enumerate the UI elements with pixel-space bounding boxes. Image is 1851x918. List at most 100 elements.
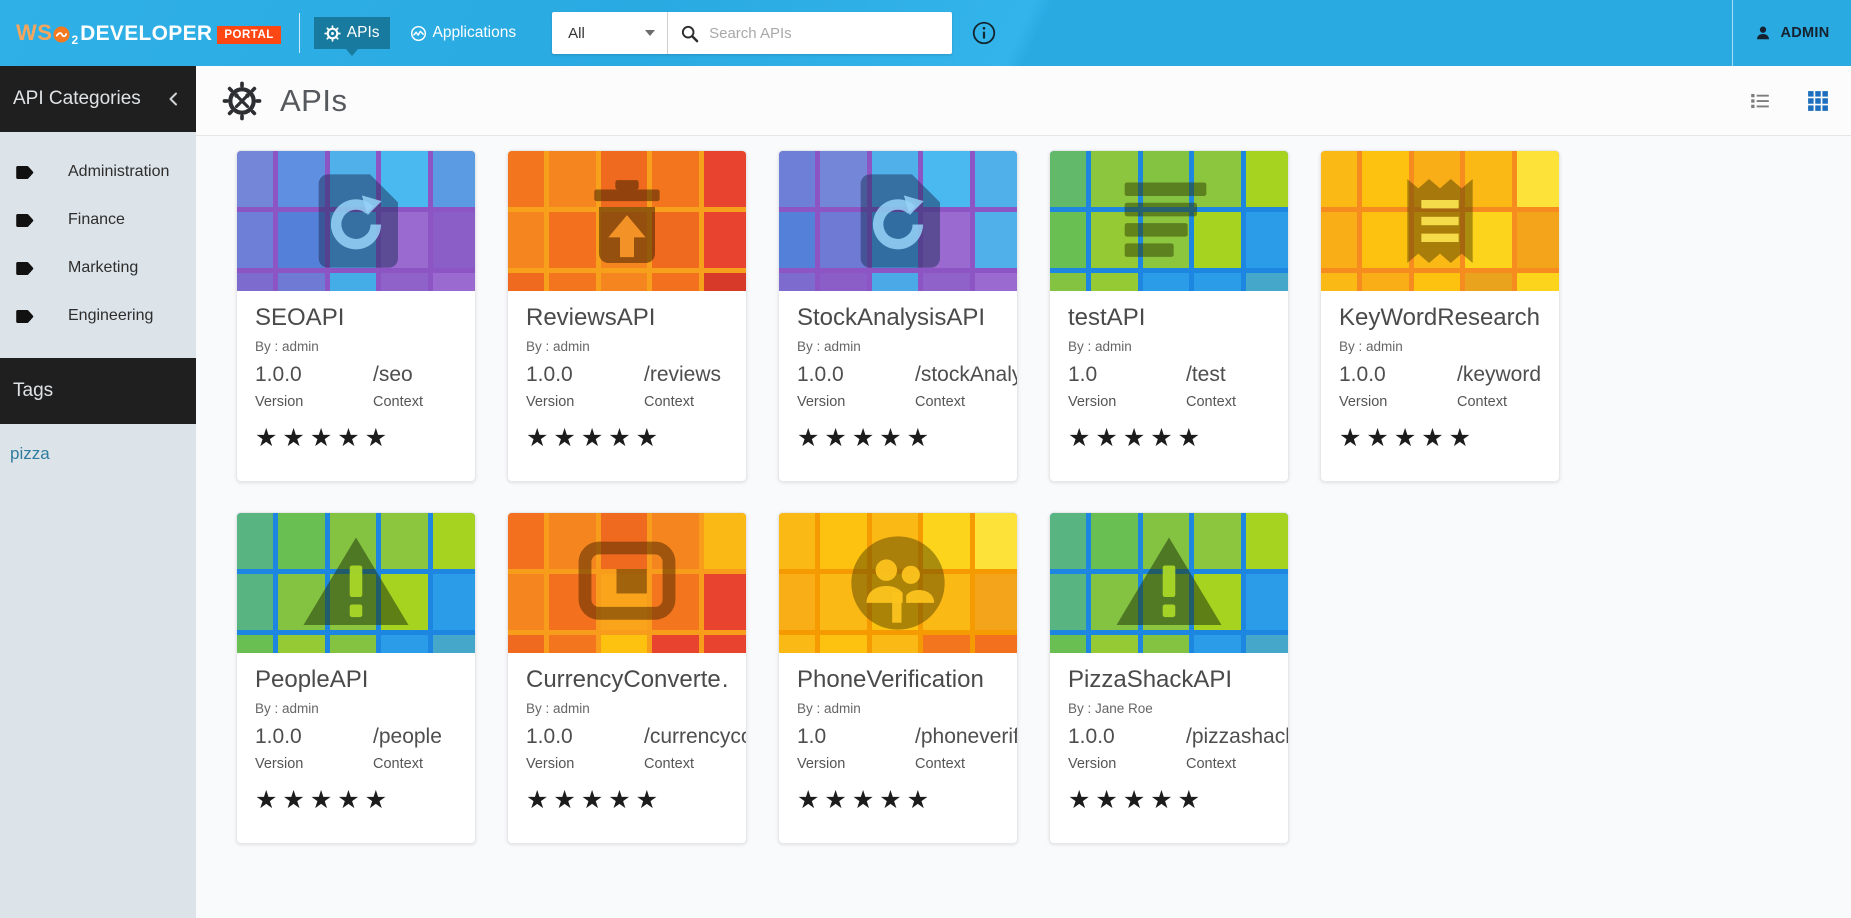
logo-title: DEVELOPER: [80, 22, 212, 46]
api-version-label: Version: [1339, 394, 1441, 410]
tag-icon: [16, 262, 35, 275]
api-meta: 1.0.0 Version /currencyconv… Context: [526, 725, 728, 772]
sidebar-category-engineering[interactable]: Engineering: [0, 292, 196, 340]
api-context-label: Context: [644, 394, 728, 410]
api-rating[interactable]: ★★★★★: [255, 787, 457, 812]
nav-applications[interactable]: Applications: [400, 17, 527, 49]
api-rating[interactable]: ★★★★★: [526, 425, 728, 450]
screen-icon: [508, 513, 746, 653]
category-label: Administration: [68, 163, 169, 181]
tag-list: pizza: [0, 424, 196, 484]
api-version-value: 1.0.0: [1068, 725, 1170, 749]
api-provider: By : admin: [1339, 339, 1541, 354]
sidebar: API Categories Administration Finance Mark…: [0, 66, 196, 918]
api-name: testAPI: [1068, 304, 1270, 332]
api-meta: 1.0 Version /test Context: [1068, 363, 1270, 410]
api-version-label: Version: [526, 394, 628, 410]
warning-triangle-icon: [1050, 513, 1288, 653]
people-circle-icon: [779, 513, 1017, 653]
card-body: testAPI By : admin 1.0 Version /test Con…: [1050, 291, 1288, 450]
nav-apis[interactable]: APIs: [314, 17, 390, 49]
wso2-logo[interactable]: WS 2 DEVELOPER PORTAL: [16, 20, 281, 46]
list-view-icon[interactable]: [1749, 90, 1771, 112]
page-header: APIs: [196, 66, 1851, 136]
api-provider: By : admin: [255, 701, 457, 716]
search-input[interactable]: [709, 25, 942, 42]
api-version-value: 1.0.0: [1339, 363, 1441, 387]
api-card-keywordresearch[interactable]: KeyWordResearch… By : admin 1.0.0 Versio…: [1320, 150, 1560, 482]
api-categories-title: API Categories: [13, 88, 164, 110]
api-context-value: /reviews: [644, 363, 728, 387]
api-rating[interactable]: ★★★★★: [797, 787, 999, 812]
logo-prefix: WS: [16, 20, 52, 46]
api-rating[interactable]: ★★★★★: [1068, 787, 1270, 812]
api-card-pizzashackapi[interactable]: PizzaShackAPI By : Jane Roe 1.0.0 Versio…: [1049, 512, 1289, 844]
tags-header: Tags: [0, 358, 196, 424]
api-meta: 1.0 Version /phoneverify Context: [797, 725, 999, 772]
api-card-phoneverification[interactable]: PhoneVerification By : admin 1.0 Version…: [778, 512, 1018, 844]
api-version-label: Version: [526, 756, 628, 772]
api-name: StockAnalysisAPI: [797, 304, 999, 332]
api-context-value: /stockAnalysis: [915, 363, 1018, 387]
api-card-currencyconverte[interactable]: CurrencyConverte… By : admin 1.0.0 Versi…: [507, 512, 747, 844]
api-context-label: Context: [373, 394, 457, 410]
card-body: PhoneVerification By : admin 1.0 Version…: [779, 653, 1017, 812]
chevron-left-icon[interactable]: [164, 89, 184, 109]
user-icon: [1754, 24, 1772, 42]
card-body: SEOAPI By : admin 1.0.0 Version /seo Con…: [237, 291, 475, 450]
api-card-testapi[interactable]: testAPI By : admin 1.0 Version /test Con…: [1049, 150, 1289, 482]
nav-applications-label: Applications: [433, 24, 517, 42]
document-refresh-icon: [237, 151, 475, 291]
user-menu[interactable]: ADMIN: [1732, 0, 1851, 66]
api-context-label: Context: [1186, 756, 1289, 772]
api-version-value: 1.0.0: [255, 363, 357, 387]
api-meta: 1.0.0 Version /pizzashack Context: [1068, 725, 1270, 772]
api-thumbnail: [237, 151, 475, 291]
api-provider: By : admin: [526, 339, 728, 354]
category-label: Marketing: [68, 259, 138, 277]
api-rating[interactable]: ★★★★★: [797, 425, 999, 450]
topbar-divider: [299, 13, 300, 53]
sidebar-category-marketing[interactable]: Marketing: [0, 244, 196, 292]
api-version-value: 1.0.0: [797, 363, 899, 387]
api-version-label: Version: [797, 394, 899, 410]
api-thumbnail: [779, 151, 1017, 291]
search-filter-select[interactable]: All: [552, 12, 668, 54]
tag-link-pizza[interactable]: pizza: [10, 444, 50, 464]
info-icon[interactable]: [972, 21, 996, 45]
api-context-value: /currencyconv…: [644, 725, 747, 749]
tag-icon: [16, 214, 35, 227]
sidebar-category-finance[interactable]: Finance: [0, 196, 196, 244]
tag-icon: [16, 166, 35, 179]
category-label: Engineering: [68, 307, 153, 325]
receipt-icon: [1321, 151, 1559, 291]
api-card-peopleapi[interactable]: PeopleAPI By : admin 1.0.0 Version /peop…: [236, 512, 476, 844]
nav-apis-label: APIs: [347, 24, 380, 42]
card-body: CurrencyConverte… By : admin 1.0.0 Versi…: [508, 653, 746, 812]
menu-bars-icon: [1050, 151, 1288, 291]
api-version-label: Version: [255, 394, 357, 410]
category-label: Finance: [68, 211, 125, 229]
api-meta: 1.0.0 Version /people Context: [255, 725, 457, 772]
api-rating[interactable]: ★★★★★: [255, 425, 457, 450]
api-rating[interactable]: ★★★★★: [1068, 425, 1270, 450]
api-rating[interactable]: ★★★★★: [1339, 425, 1541, 450]
api-rating[interactable]: ★★★★★: [526, 787, 728, 812]
api-card-seoapi[interactable]: SEOAPI By : admin 1.0.0 Version /seo Con…: [236, 150, 476, 482]
api-name: KeyWordResearch…: [1339, 304, 1541, 332]
api-name: SEOAPI: [255, 304, 457, 332]
trash-upload-icon: [508, 151, 746, 291]
api-context-value: /keyword: [1457, 363, 1541, 387]
grid-view-icon[interactable]: [1807, 90, 1829, 112]
api-version-value: 1.0: [1068, 363, 1170, 387]
api-thumbnail: [1050, 151, 1288, 291]
api-provider: By : admin: [797, 701, 999, 716]
gear-icon: [324, 25, 341, 42]
tags-title: Tags: [13, 380, 184, 402]
card-body: ReviewsAPI By : admin 1.0.0 Version /rev…: [508, 291, 746, 450]
logo-sub: 2: [71, 33, 78, 47]
sidebar-category-administration[interactable]: Administration: [0, 148, 196, 196]
top-bar: WS 2 DEVELOPER PORTAL APIs Applications …: [0, 0, 1851, 66]
api-card-stockanalysisapi[interactable]: StockAnalysisAPI By : admin 1.0.0 Versio…: [778, 150, 1018, 482]
api-card-reviewsapi[interactable]: ReviewsAPI By : admin 1.0.0 Version /rev…: [507, 150, 747, 482]
